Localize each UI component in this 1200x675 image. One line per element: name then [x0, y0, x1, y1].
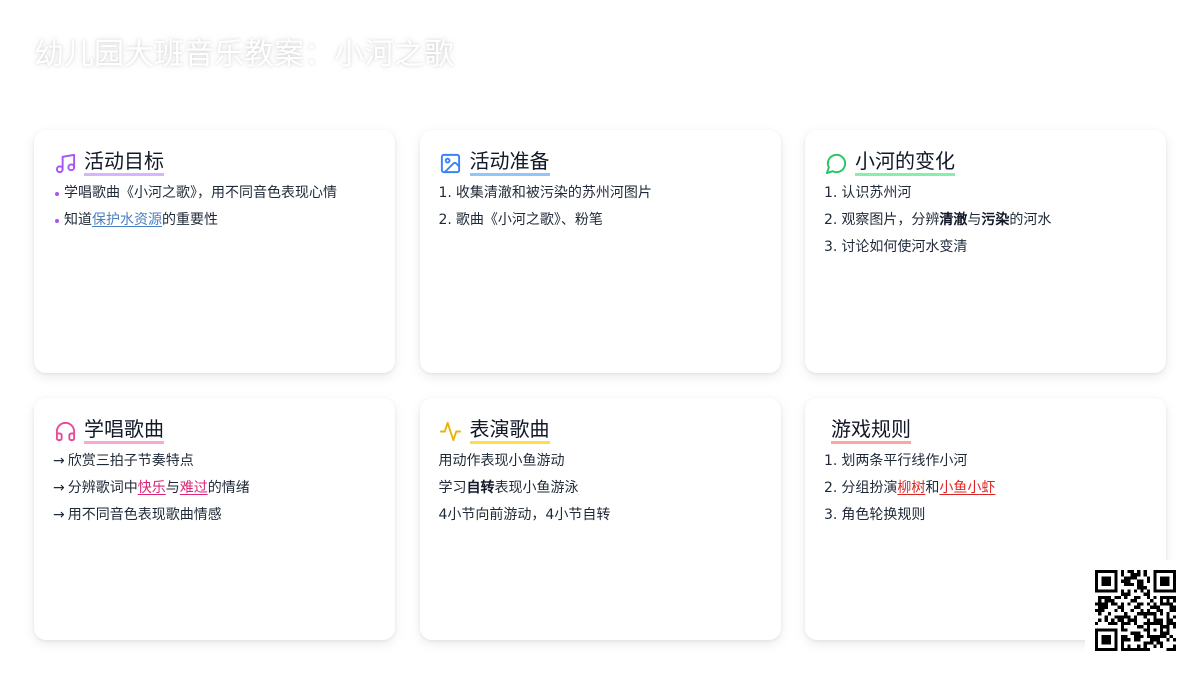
- card-header: 活动准备: [439, 150, 762, 176]
- list-item: 学习 自转 表现小鱼游泳: [439, 475, 762, 502]
- card-header: 学唱歌曲: [53, 418, 376, 444]
- link-protect-water[interactable]: 保护水资源: [92, 207, 162, 234]
- emphasis-text: 自转: [466, 480, 495, 496]
- card-grid: 活动目标 学唱歌曲《小河之歌》，用不同音色表现心情 知道 保护水资源 的重要性 活动…: [34, 130, 1166, 640]
- image-icon: [439, 151, 463, 175]
- item-text: 欣赏三拍子节奏特点: [67, 453, 194, 469]
- list-item: → 欣赏三拍子节奏特点: [53, 448, 376, 475]
- item-text: 知道: [64, 212, 92, 228]
- item-number: 2.: [438, 212, 452, 228]
- qr-code-icon[interactable]: [1095, 570, 1176, 651]
- music-icon: [53, 151, 77, 175]
- card-header: 活动目标: [53, 150, 376, 176]
- list-item: 1. 划两条平行线作小河: [824, 448, 1147, 475]
- item-list: 学唱歌曲《小河之歌》，用不同音色表现心情 知道 保护水资源 的重要性: [53, 180, 376, 234]
- item-text: 收集清澈和被污染的苏州河图片: [455, 185, 652, 201]
- card-title: 游戏规则: [831, 418, 911, 444]
- list-item: → 分辨歌词中 快乐与难过 的情绪: [53, 475, 376, 502]
- item-number: 1.: [438, 185, 452, 201]
- item-text: 观察图片，分辨: [841, 212, 940, 228]
- list-item: → 用不同音色表现歌曲情感: [53, 502, 376, 529]
- item-number: 3.: [824, 507, 838, 523]
- list-item: 4小节向前游动，4小节自转: [439, 502, 762, 529]
- item-text: 划两条平行线作小河: [841, 453, 968, 469]
- item-list: 用动作表现小鱼游动 学习 自转 表现小鱼游泳 4小节向前游动，4小节自转: [439, 448, 762, 529]
- emphasis-text: 清澈: [939, 212, 968, 228]
- item-number: 1.: [824, 185, 838, 201]
- card-activity-preparation: 活动准备 1. 收集清澈和被污染的苏州河图片 2. 歌曲《小河之歌》、粉笔: [419, 130, 781, 373]
- item-number: 3.: [824, 239, 838, 255]
- item-text: 与: [967, 212, 982, 228]
- item-text: 与: [165, 480, 180, 496]
- list-item: 知道 保护水资源 的重要性: [53, 207, 376, 234]
- card-header: 小河的变化: [824, 150, 1147, 176]
- list-item: 2. 观察图片，分辨 清澈与污染 的河水: [824, 207, 1147, 234]
- link-fish-shrimp[interactable]: 小鱼小虾: [939, 475, 995, 502]
- bullet-dot: [55, 218, 59, 223]
- item-text: 角色轮换规则: [841, 507, 926, 523]
- item-text: 的河水: [1009, 212, 1052, 228]
- activity-icon: [439, 419, 463, 443]
- card-title: 活动准备: [469, 150, 550, 176]
- headphones-icon: [53, 419, 77, 443]
- item-text: 的情绪: [207, 480, 250, 496]
- item-text: 分组扮演: [841, 480, 898, 496]
- item-text: 学习: [438, 480, 467, 496]
- list-item: 1. 收集清澈和被污染的苏州河图片: [439, 180, 762, 207]
- card-activity-goals: 活动目标 学唱歌曲《小河之歌》，用不同音色表现心情 知道 保护水资源 的重要性: [34, 130, 395, 373]
- card-title: 活动目标: [84, 150, 164, 176]
- qr-code-panel: [1085, 560, 1195, 660]
- qr-modules: [1095, 570, 1176, 651]
- item-number: 1.: [824, 453, 838, 469]
- card-title: 学唱歌曲: [84, 418, 164, 444]
- item-text: 歌曲《小河之歌》、粉笔: [455, 212, 603, 228]
- arrow-marker: →: [53, 507, 65, 523]
- item-text: 学唱歌曲《小河之歌》，用不同音色表现心情: [64, 185, 337, 201]
- item-number: 2.: [824, 212, 838, 228]
- item-list: 1. 划两条平行线作小河 2. 分组扮演 柳树和小鱼小虾 3. 角色轮换规则: [824, 448, 1147, 529]
- list-item: 用动作表现小鱼游动: [439, 448, 762, 475]
- card-title: 小河的变化: [855, 150, 955, 176]
- list-item: 3. 讨论如何使河水变清: [824, 234, 1147, 261]
- card-perform-song: 表演歌曲 用动作表现小鱼游动 学习 自转 表现小鱼游泳 4小节向前游动，4小节自转: [419, 398, 781, 640]
- item-list: 1. 收集清澈和被污染的苏州河图片 2. 歌曲《小河之歌》、粉笔: [439, 180, 762, 234]
- item-list: 1. 认识苏州河 2. 观察图片，分辨 清澈与污染 的河水 3. 讨论如何使河水变清: [824, 180, 1147, 261]
- list-item: 学唱歌曲《小河之歌》，用不同音色表现心情: [53, 180, 376, 207]
- list-item: 2. 歌曲《小河之歌》、粉笔: [439, 207, 762, 234]
- bullet-dot: [55, 191, 59, 196]
- page-title: 幼儿园大班音乐教案：小河之歌: [34, 37, 454, 72]
- link-willow[interactable]: 柳树: [897, 475, 925, 502]
- list-item: 3. 角色轮换规则: [824, 502, 1147, 529]
- link-happy[interactable]: 快乐: [138, 475, 166, 502]
- card-header: 游戏规则: [824, 418, 1147, 444]
- item-text: 的重要性: [162, 212, 218, 228]
- list-item: 1. 认识苏州河: [824, 180, 1147, 207]
- item-text: 用动作表现小鱼游动: [438, 453, 565, 469]
- emphasis-text: 污染: [981, 212, 1010, 228]
- item-text: 用不同音色表现歌曲情感: [67, 507, 222, 523]
- card-header: 表演歌曲: [439, 418, 762, 444]
- arrow-marker: →: [53, 453, 65, 469]
- item-text: 认识苏州河: [841, 185, 912, 201]
- item-text: 讨论如何使河水变清: [841, 239, 968, 255]
- message-circle-icon: [824, 151, 848, 175]
- item-number: 2.: [824, 480, 838, 496]
- card-title: 表演歌曲: [469, 418, 550, 444]
- item-text: 分辨歌词中: [67, 480, 138, 496]
- list-item: 2. 分组扮演 柳树和小鱼小虾: [824, 475, 1147, 502]
- arrow-marker: →: [53, 480, 65, 496]
- item-text: 4小节向前游动，4小节自转: [438, 507, 611, 523]
- item-list: → 欣赏三拍子节奏特点 → 分辨歌词中 快乐与难过 的情绪 → 用不同音色表现歌曲情…: [53, 448, 376, 529]
- link-sad[interactable]: 难过: [180, 475, 208, 502]
- card-river-changes: 小河的变化 1. 认识苏州河 2. 观察图片，分辨 清澈与污染 的河水 3. 讨论如…: [805, 130, 1166, 373]
- item-text: 表现小鱼游泳: [494, 480, 579, 496]
- card-learn-song: 学唱歌曲 → 欣赏三拍子节奏特点 → 分辨歌词中 快乐与难过 的情绪 → 用不同音色…: [34, 398, 395, 640]
- slide: 幼儿园大班音乐教案：小河之歌 活动目标 学唱歌曲《小河之歌》，用不同音色表现心情…: [0, 0, 1200, 675]
- item-text: 和: [925, 480, 940, 496]
